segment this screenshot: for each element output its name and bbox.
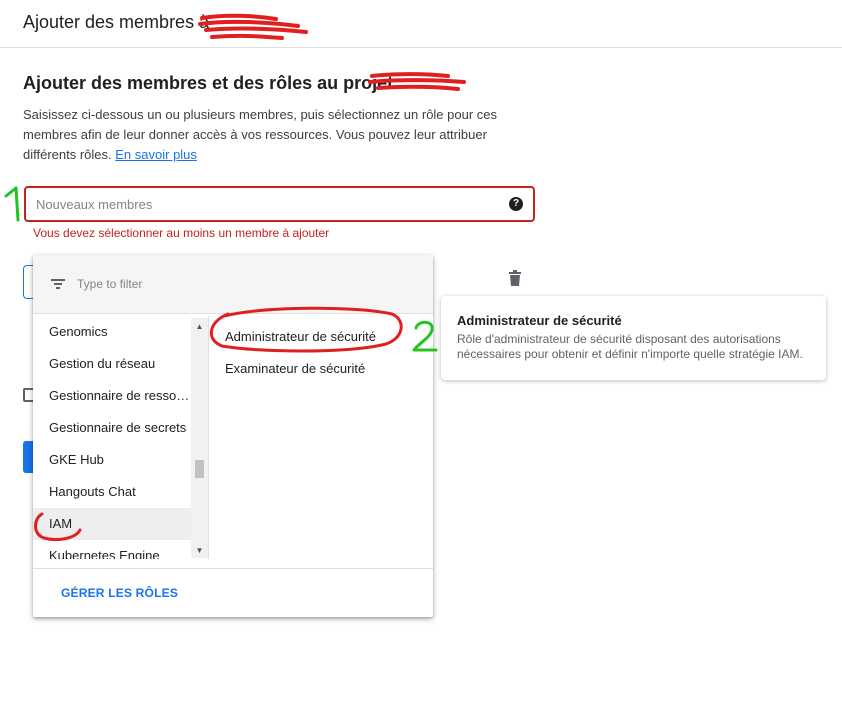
filter-icon	[51, 279, 65, 289]
role-description-title: Administrateur de sécurité	[457, 313, 622, 328]
service-list: Genomics Gestion du réseau Gestionnaire …	[33, 316, 208, 559]
help-icon[interactable]: ?	[509, 197, 523, 211]
section-description: Saisissez ci-dessous un ou plusieurs mem…	[23, 107, 498, 162]
members-error-message: Vous devez sélectionner au moins un memb…	[33, 226, 330, 240]
filter-input[interactable]	[75, 275, 375, 293]
new-members-input[interactable]	[34, 194, 494, 214]
redaction-scribble	[368, 72, 466, 91]
service-item-gke-hub[interactable]: GKE Hub	[33, 444, 191, 476]
service-item-network[interactable]: Gestion du réseau	[33, 348, 191, 380]
annotation-step-1	[4, 186, 20, 222]
scroll-thumb[interactable]	[195, 460, 204, 478]
service-list-scrollbar[interactable]: ▲ ▼	[191, 318, 208, 558]
service-item-resource-manager[interactable]: Gestionnaire de ressources	[33, 380, 191, 412]
top-bar: Ajouter des membres à	[0, 0, 842, 48]
role-item-security-admin[interactable]: Administrateur de sécurité	[225, 329, 376, 344]
trash-icon[interactable]	[508, 270, 522, 286]
learn-more-link[interactable]: En savoir plus	[115, 147, 197, 162]
service-item-secret-manager[interactable]: Gestionnaire de secrets	[33, 412, 191, 444]
role-description-text: Rôle d'administrateur de sécurité dispos…	[457, 332, 803, 361]
service-item-genomics[interactable]: Genomics	[33, 316, 191, 348]
dropdown-footer-divider	[33, 568, 433, 569]
role-dropdown: Genomics Gestion du réseau Gestionnaire …	[33, 255, 433, 617]
page-title: Ajouter des membres à	[23, 12, 210, 32]
service-item-hangouts-chat[interactable]: Hangouts Chat	[33, 476, 191, 508]
new-members-field[interactable]: ?	[24, 186, 535, 222]
role-description-card: Administrateur de sécurité Rôle d'admini…	[441, 296, 826, 380]
scroll-up-arrow-icon[interactable]: ▲	[191, 322, 208, 332]
manage-roles-button[interactable]: GÉRER LES RÔLES	[61, 586, 178, 600]
filter-row	[33, 255, 433, 314]
redaction-scribble	[198, 13, 308, 40]
scroll-down-arrow-icon[interactable]: ▼	[191, 546, 208, 556]
section-title: Ajouter des membres et des rôles au proj…	[23, 73, 394, 93]
service-item-iam[interactable]: IAM	[33, 508, 191, 540]
column-divider	[208, 316, 209, 559]
service-item-kubernetes-engine[interactable]: Kubernetes Engine	[33, 540, 191, 559]
role-item-security-reviewer[interactable]: Examinateur de sécurité	[225, 361, 365, 376]
